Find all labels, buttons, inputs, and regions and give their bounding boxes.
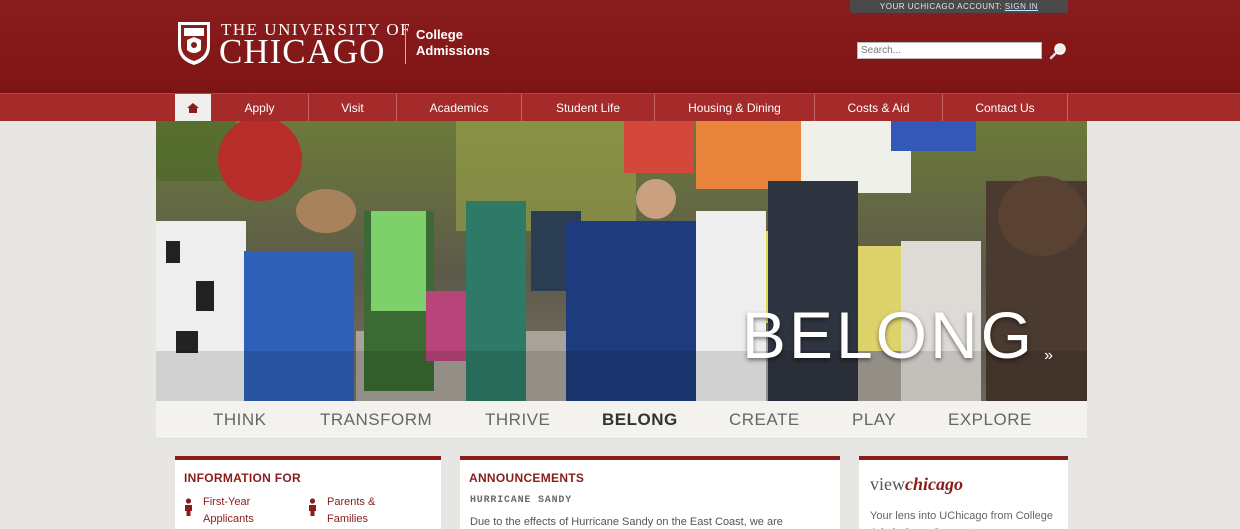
theme-tabs: THINK TRANSFORM THRIVE BELONG CREATE PLA… [156, 401, 1087, 439]
announcement-heading[interactable]: HURRICANE SANDY [470, 495, 572, 506]
info-item2-line1: Parents & [327, 496, 376, 508]
site-header: YOUR UCHICAGO ACCOUNT: SIGN IN THE UNIVE… [0, 0, 1240, 93]
university-crest-icon [178, 22, 210, 65]
main-nav: Apply Visit Academics Student Life Housi… [0, 93, 1240, 122]
tab-explore[interactable]: EXPLORE [948, 410, 1032, 430]
announcements-panel: ANNOUNCEMENTS HURRICANE SANDY Due to the… [460, 456, 840, 529]
logo-chicago-text: chicago [905, 474, 963, 494]
home-icon [187, 103, 199, 113]
tab-play[interactable]: PLAY [852, 410, 896, 430]
tab-think[interactable]: THINK [213, 410, 267, 430]
account-label: YOUR UCHICAGO ACCOUNT: [879, 2, 1003, 11]
hero-banner[interactable]: BELONG » [156, 121, 1087, 401]
brand-line2[interactable]: CHICAGO [219, 34, 385, 70]
department-name: College Admissions [416, 27, 506, 59]
tab-thrive[interactable]: THRIVE [485, 410, 550, 430]
hero-arrow-icon[interactable]: » [1044, 347, 1053, 365]
nav-housing-dining[interactable]: Housing & Dining [655, 94, 815, 122]
tab-transform[interactable]: TRANSFORM [320, 410, 432, 430]
dept-line2: Admissions [416, 43, 490, 58]
announcement-text: Due to the effects of Hurricane Sandy on… [470, 516, 783, 528]
info-first-year-link[interactable]: First-Year Applicants [203, 494, 254, 528]
nav-contact-us[interactable]: Contact Us [943, 94, 1068, 122]
nav-costs-aid[interactable]: Costs & Aid [815, 94, 943, 122]
dept-line1: College [416, 27, 463, 42]
tab-create[interactable]: CREATE [729, 410, 800, 430]
info-for-panel: INFORMATION FOR First-Year Applicants Pa… [175, 456, 441, 529]
search-input[interactable] [857, 42, 1042, 59]
account-bar: YOUR UCHICAGO ACCOUNT: SIGN IN [850, 0, 1068, 13]
family-icon [309, 498, 316, 516]
tab-belong[interactable]: BELONG [602, 410, 678, 430]
view-chicago-text: Your lens into UChicago from College Adm… [870, 510, 1054, 529]
announcements-title: ANNOUNCEMENTS [469, 471, 585, 485]
nav-academics[interactable]: Academics [397, 94, 522, 122]
nav-apply[interactable]: Apply [211, 94, 309, 122]
view-chicago-logo[interactable]: viewchicago [870, 474, 963, 495]
person-icon [185, 498, 192, 516]
sign-in-link[interactable]: SIGN IN [1005, 2, 1038, 11]
info-for-title: INFORMATION FOR [184, 471, 301, 485]
logo-view-text: view [870, 474, 905, 494]
hero-word: BELONG [741, 298, 1035, 372]
info-parents-link[interactable]: Parents & Families [327, 494, 375, 528]
view-chicago-panel: viewchicago Your lens into UChicago from… [859, 456, 1068, 529]
search-icon[interactable] [1049, 42, 1067, 60]
nav-student-life[interactable]: Student Life [522, 94, 655, 122]
nav-visit[interactable]: Visit [309, 94, 397, 122]
home-button[interactable] [175, 94, 211, 122]
info-item1-line1: First-Year [203, 496, 251, 508]
info-item1-line2: Applicants [203, 513, 254, 525]
info-item2-line2: Families [327, 513, 368, 525]
header-divider [405, 24, 406, 64]
